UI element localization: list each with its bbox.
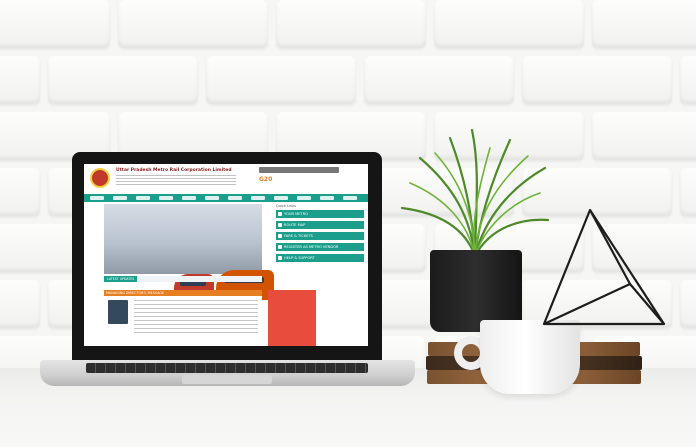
nav-item[interactable] <box>182 196 196 200</box>
laptop-keyboard <box>86 363 368 373</box>
nav-item[interactable] <box>136 196 150 200</box>
nav-item[interactable] <box>343 196 357 200</box>
accessibility-toolbar[interactable] <box>259 167 339 173</box>
metro-logo-icon <box>90 168 110 188</box>
md-message: MANAGING DIRECTOR'S MESSAGE <box>104 290 262 346</box>
quick-links: Quick Links YOUR METRO ROUTE MAP FARE & … <box>276 204 364 265</box>
quick-link-help[interactable]: HELP & SUPPORT <box>276 254 364 262</box>
latest-updates-ticker: LATEST UPDATES <box>104 276 262 282</box>
quick-link-fare-tickets[interactable]: FARE & TICKETS <box>276 232 364 240</box>
brick-row <box>0 0 696 56</box>
ticker-label: LATEST UPDATES <box>104 276 138 282</box>
brick <box>206 56 356 104</box>
md-message-text <box>134 300 258 336</box>
plant-leaves <box>400 128 550 258</box>
site-header: Uttar Pradesh Metro Rail Corporation Lim… <box>84 164 368 194</box>
laptop-screen: Uttar Pradesh Metro Rail Corporation Lim… <box>84 164 368 346</box>
md-message-title: MANAGING DIRECTOR'S MESSAGE <box>104 290 262 296</box>
laptop-trackpad <box>182 375 272 384</box>
brick <box>276 0 426 48</box>
nav-item[interactable] <box>113 196 127 200</box>
brick <box>364 56 514 104</box>
nav-item[interactable] <box>297 196 311 200</box>
brick-row <box>0 56 696 112</box>
nav-item[interactable] <box>90 196 104 200</box>
brick <box>118 0 268 48</box>
quick-link-route-map[interactable]: ROUTE MAP <box>276 221 364 229</box>
g20-badge: G20 <box>259 176 273 183</box>
brick <box>680 280 696 328</box>
brick <box>592 112 696 160</box>
md-photo <box>108 300 128 324</box>
brick <box>680 168 696 216</box>
brick <box>434 0 584 48</box>
brick <box>48 56 198 104</box>
main-nav <box>84 194 368 202</box>
org-name: Uttar Pradesh Metro Rail Corporation Lim… <box>116 168 232 173</box>
hero-banner <box>104 204 274 300</box>
promo-banner[interactable] <box>268 290 316 346</box>
org-subtitle-lines <box>116 175 236 187</box>
brick <box>0 0 110 48</box>
brick <box>522 56 672 104</box>
nav-item[interactable] <box>228 196 242 200</box>
leaf <box>474 192 541 257</box>
nav-item[interactable] <box>205 196 219 200</box>
brick <box>0 56 40 104</box>
nav-item[interactable] <box>159 196 173 200</box>
quick-link-vendor[interactable]: REGISTER AS METRO VENDOR <box>276 243 364 251</box>
triangle-frame <box>542 208 666 326</box>
nav-item[interactable] <box>274 196 288 200</box>
brick <box>592 0 696 48</box>
brick <box>0 280 40 328</box>
quick-links-title: Quick Links <box>276 204 297 208</box>
brick <box>680 56 696 104</box>
quick-link-your-metro[interactable]: YOUR METRO <box>276 210 364 218</box>
nav-item[interactable] <box>251 196 265 200</box>
nav-item[interactable] <box>320 196 334 200</box>
geometric-decor <box>542 208 666 326</box>
brick <box>0 168 40 216</box>
